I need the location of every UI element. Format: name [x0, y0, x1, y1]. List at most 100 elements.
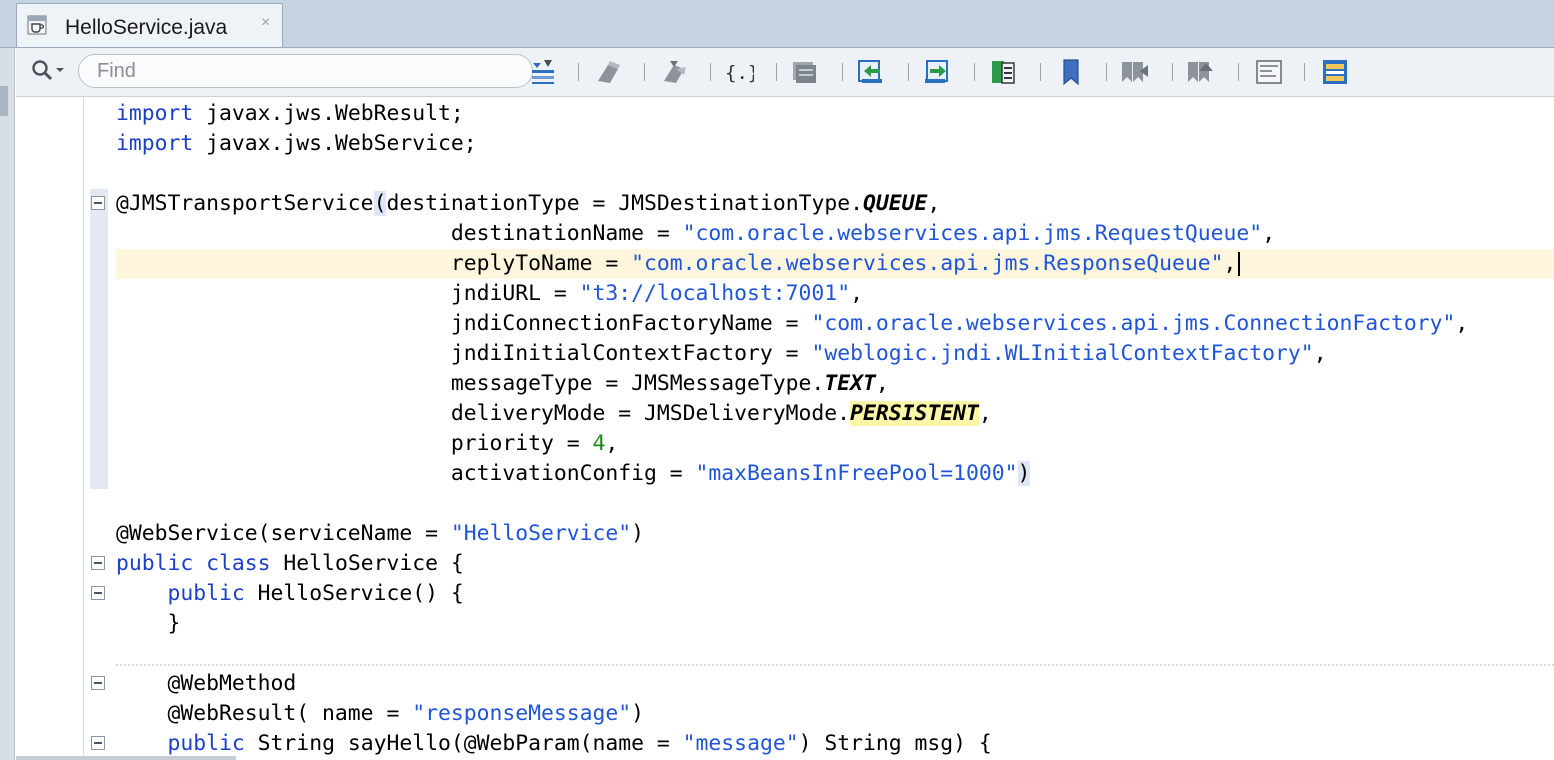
code-token: HelloService {	[270, 551, 464, 576]
code-line[interactable]: import javax.jws.WebResult;	[116, 99, 464, 129]
code-token: destinationType = JMSDestinationType.	[386, 191, 863, 216]
code-token: (	[373, 191, 387, 216]
code-token: )	[631, 521, 645, 546]
code-editor[interactable]: import javax.jws.WebResult; import javax.…	[116, 97, 1554, 760]
code-token: jndiConnectionFactoryName =	[116, 311, 812, 336]
code-token: 4	[592, 431, 606, 456]
code-token: )	[631, 701, 645, 726]
code-token: import	[116, 101, 194, 126]
fold-toggle-icon[interactable]	[91, 586, 105, 600]
code-token: activationConfig =	[116, 461, 696, 486]
editor-tab-bar: HelloService.java ×	[0, 0, 1554, 48]
code-token: HelloService() {	[244, 581, 464, 606]
code-token: javax.jws.WebService;	[193, 131, 477, 156]
code-token: jndiURL =	[116, 281, 580, 306]
code-token: public	[167, 581, 245, 606]
code-token: ,	[1455, 311, 1469, 336]
code-token: }	[116, 611, 181, 636]
start-macro-icon[interactable]	[988, 57, 1018, 87]
toolbar-separator	[1304, 63, 1305, 81]
line-number-gutter	[16, 97, 84, 760]
code-line[interactable]: @JMSTransportService(destinationType = J…	[116, 189, 940, 219]
toggle-comment-icon[interactable]	[790, 57, 820, 87]
code-token: javax.jws.WebResult;	[193, 101, 464, 126]
toolbar-separator	[974, 63, 975, 81]
code-token: "message"	[682, 731, 799, 756]
fold-toggle-icon[interactable]	[91, 736, 105, 750]
code-line[interactable]: public HelloService() {	[116, 579, 464, 609]
code-token: priority =	[116, 431, 593, 456]
code-token: destinationName =	[116, 221, 683, 246]
search-icon[interactable]	[30, 58, 66, 84]
code-token: "maxBeansInFreePool=1000"	[695, 461, 1018, 486]
code-line[interactable]: }	[116, 609, 181, 639]
code-token: ,	[605, 431, 619, 456]
shift-left-icon[interactable]	[856, 57, 886, 87]
code-token: TEXT	[824, 371, 876, 396]
shift-right-icon[interactable]	[922, 57, 952, 87]
code-token: "HelloService"	[450, 521, 632, 546]
text-caret	[1238, 252, 1241, 276]
code-line[interactable]: replyToName = "com.oracle.webservices.ap…	[116, 249, 1241, 279]
method-separator	[116, 664, 1554, 666]
next-occurrence-icon[interactable]	[660, 57, 690, 87]
fold-toggle-icon[interactable]	[91, 676, 105, 690]
code-token: PERSISTENT	[850, 401, 979, 426]
horizontal-scrollbar[interactable]	[16, 756, 236, 760]
toolbar-separator	[644, 63, 645, 81]
code-line[interactable]: jndiURL = "t3://localhost:7001",	[116, 279, 863, 309]
braces-icon[interactable]: {.}	[724, 57, 754, 87]
code-token: ,	[927, 191, 941, 216]
toolbar-separator	[578, 63, 579, 81]
code-token: @WebResult( name =	[116, 701, 413, 726]
code-line[interactable]: @WebResult( name = "responseMessage")	[116, 699, 645, 729]
code-token: @WebMethod	[116, 671, 297, 696]
code-token: ,	[875, 371, 889, 396]
find-input[interactable]	[78, 54, 533, 88]
code-line[interactable]: public String sayHello(@WebParam(name = …	[116, 729, 992, 759]
code-token: "com.oracle.webservices.api.jms.RequestQ…	[682, 221, 1263, 246]
tab-hello-service-java[interactable]: HelloService.java ×	[16, 3, 283, 47]
code-token: QUEUE	[862, 191, 928, 216]
stop-macro-icon[interactable]	[1254, 57, 1284, 87]
code-token: import	[116, 131, 194, 156]
code-token: jndiInitialContextFactory =	[116, 341, 812, 366]
code-line[interactable]: messageType = JMSMessageType.TEXT,	[116, 369, 889, 399]
code-token: ,	[850, 281, 863, 306]
code-line[interactable]: activationConfig = "maxBeansInFreePool=1…	[116, 459, 1031, 489]
code-line[interactable]: public class HelloService {	[116, 549, 464, 579]
toggle-highlight-icon[interactable]	[528, 57, 558, 87]
fold-toggle-icon[interactable]	[91, 196, 105, 210]
toolbar-separator	[1040, 63, 1041, 81]
tab-title: HelloService.java	[65, 16, 228, 39]
toggle-bookmark-icon[interactable]	[1056, 57, 1086, 87]
code-token: ,	[1313, 341, 1327, 366]
code-line[interactable]: import javax.jws.WebService;	[116, 129, 477, 159]
code-line[interactable]: deliveryMode = JMSDeliveryMode.PERSISTEN…	[116, 399, 992, 429]
fold-toggle-icon[interactable]	[91, 556, 105, 570]
code-token: "t3://localhost:7001"	[579, 281, 851, 306]
code-token: ,	[1223, 251, 1237, 276]
code-token: "com.oracle.webservices.api.jms.Connecti…	[811, 311, 1456, 336]
code-line[interactable]: destinationName = "com.oracle.webservice…	[116, 219, 1275, 249]
left-strip-marker	[0, 86, 8, 116]
diff-icon[interactable]	[1320, 57, 1350, 87]
code-token: ,	[1262, 221, 1276, 246]
code-line[interactable]: jndiConnectionFactoryName = "com.oracle.…	[116, 309, 1468, 339]
left-side-strip	[0, 48, 15, 760]
toolbar-separator	[776, 63, 777, 81]
code-line[interactable]: @WebMethod	[116, 669, 297, 699]
previous-occurrence-icon[interactable]	[594, 57, 624, 87]
code-token: ) String msg) {	[798, 731, 992, 756]
code-line[interactable]: @WebService(serviceName = "HelloService"…	[116, 519, 644, 549]
code-line[interactable]: priority = 4,	[116, 429, 618, 459]
code-token: messageType = JMSMessageType.	[116, 371, 825, 396]
previous-bookmark-icon[interactable]	[1120, 57, 1150, 87]
close-tab-icon[interactable]: ×	[261, 14, 270, 32]
next-bookmark-icon[interactable]	[1186, 57, 1216, 87]
code-line[interactable]: jndiInitialContextFactory = "weblogic.jn…	[116, 339, 1327, 369]
toolbar-separator	[1106, 63, 1107, 81]
code-token: "com.oracle.webservices.api.jms.Response…	[631, 251, 1224, 276]
